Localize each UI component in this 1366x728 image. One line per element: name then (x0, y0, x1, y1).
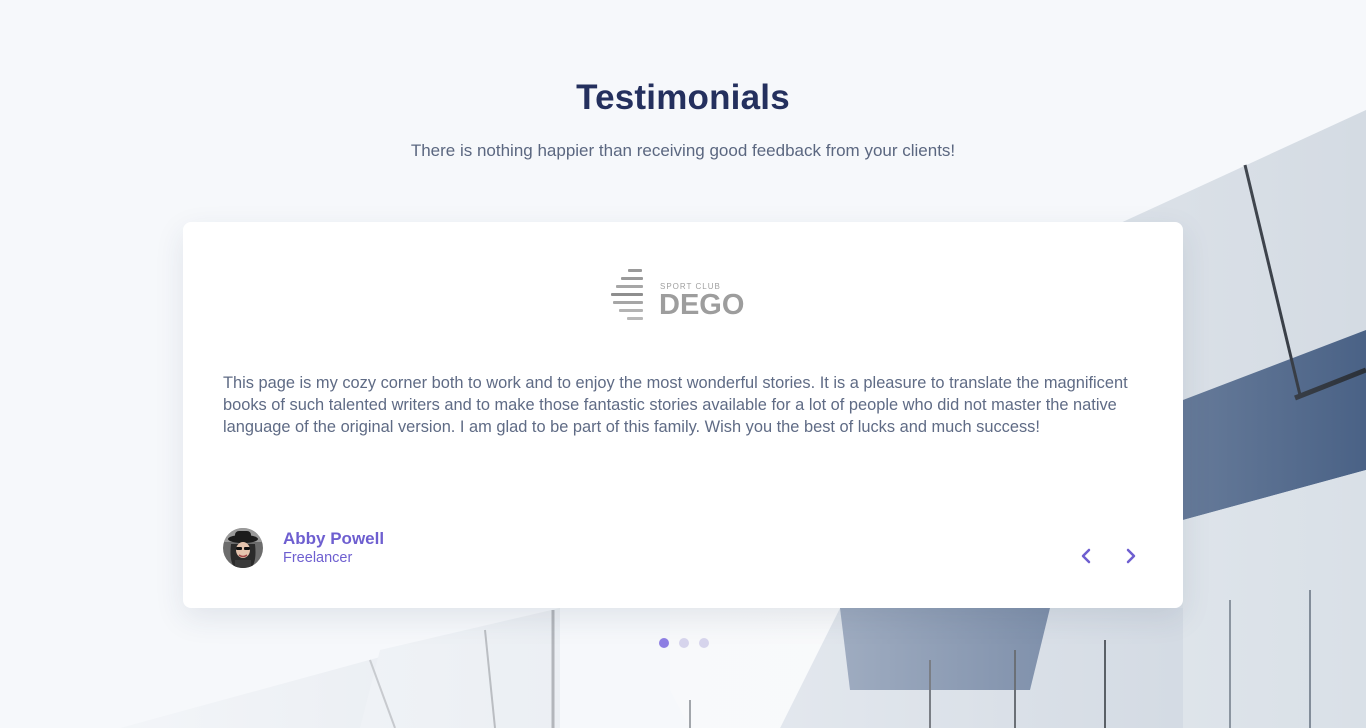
next-testimonial-button[interactable] (1119, 544, 1143, 568)
section-title: Testimonials (576, 78, 790, 117)
carousel-dot-1[interactable] (659, 638, 669, 648)
author-avatar (223, 528, 263, 568)
client-logo-main-text: DEGO (659, 289, 744, 321)
author-name: Abby Powell (283, 529, 385, 548)
carousel-dot-3[interactable] (699, 638, 709, 648)
section-subtitle: There is nothing happier than receiving … (410, 141, 956, 160)
testimonial-card: SPORT CLUB DEGO This page is my cozy cor… (183, 222, 1183, 608)
client-logo: SPORT CLUB DEGO (611, 269, 744, 321)
chevron-right-icon (1126, 548, 1136, 564)
carousel-dot-2[interactable] (679, 638, 689, 648)
carousel-pagination (659, 638, 719, 648)
previous-testimonial-button[interactable] (1074, 544, 1098, 568)
testimonial-quote: This page is my cozy corner both to work… (223, 374, 1128, 436)
chevron-left-icon (1081, 548, 1091, 564)
author-role: Freelancer (283, 550, 353, 566)
